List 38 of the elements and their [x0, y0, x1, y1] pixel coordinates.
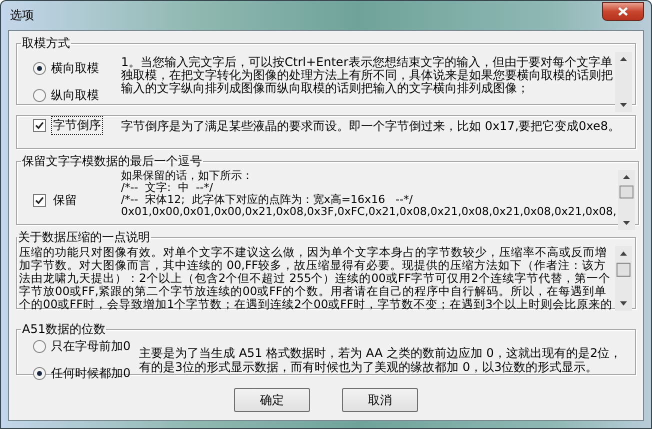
checkbox[interactable]: [33, 119, 46, 132]
dialog-button[interactable]: 取消: [342, 388, 418, 412]
radio-button[interactable]: [33, 62, 46, 75]
checkbox-label: 字节倒序: [51, 116, 103, 135]
radio-button[interactable]: [33, 89, 46, 102]
sample-line: /*-- 宋体12; 此字体下对应的点阵为：宽x高=16x16 --*/: [121, 194, 414, 206]
radio-label: 只在字母前加0: [51, 338, 131, 355]
scrollbar[interactable]: [615, 52, 632, 112]
radio-label: 纵向取模: [51, 87, 99, 104]
group-title: 保留文字字模数据的最后一个逗号: [21, 153, 203, 170]
group-title: A51数据的位数: [21, 321, 106, 338]
radio-label: 横向取模: [51, 60, 99, 77]
window-title: 选项: [9, 7, 34, 24]
description-text: 1。当您输入完文字后，可以按Ctrl+Enter表示您想结束文字的输入，但由于要对每个文字单独取模，在把文字转化为图像的处理方法上有所不同，具体说来是如果您要横向取模的话则把输入的文字纵向排列成图像而纵向取模的话则把输入的文字横向排列成图像；: [121, 54, 613, 97]
sample-line: 如果保留的话，如下所示：: [121, 170, 254, 182]
radio-option[interactable]: 纵向取模: [33, 87, 115, 104]
radio-label: 任何时候都加0: [51, 365, 131, 382]
sample-line: /*-- 文字: 中 --*/: [121, 182, 213, 194]
description-text: 主要是为了当生成 A51 格式数据时，若为 AA 之类的数前边应加 0，这就出现有的是2位，有的是3位的形式显示数据，而有时候也为了美观的缘故都加 0，以3位数的形式显示。: [139, 346, 623, 374]
description-text: 压缩的功能只对图像有效。对单个文字不建议这么做，因为单个文字本身占的字节数较少，压缩率不高或反而增加字节数。对大图像而言，其中连续的 00,FF较多，故压缩显得有必要。现提供的压缩方法如下（作者注：该方法由龙啸九天提出）：2个以上（包含2个但不超过 255个）连续的00或FF字节可仅用2个连续字节代替，第一个字节放00或FF,紧跟的第二个字节放连续的00或FF的个数。用者请在自己的程序中自行解码。所以，在每遇到单个的00或FF时，会导致增加1个字节数；在遇到连续2个00或FF时，字节数不变；在遇到3个以上时则会比原来的: [19, 246, 613, 311]
close-icon: [618, 6, 628, 16]
checkmark-icon: [35, 121, 44, 130]
group-title: 取模方式: [21, 35, 71, 52]
sample-line: 0x01,0x00,0x01,0x00,0x21,0x08,0x3F,0xFC,0x21,0x08,0x21,0x08,0x21,0x08,0x21,0x08,: [121, 206, 616, 218]
radio-option[interactable]: 只在字母前加0: [33, 338, 133, 355]
scrollbar[interactable]: [618, 170, 636, 230]
checkbox[interactable]: [33, 194, 46, 206]
description-text: 字节倒序是为了满足某些液晶的要求而设。即一个字节倒过来，比如 0x17,要把它变成0xe8。: [121, 118, 622, 132]
checkbox-label: 保留: [52, 192, 78, 208]
radio-option[interactable]: 横向取模: [33, 60, 115, 77]
close-button[interactable]: [602, 2, 644, 20]
radio-button[interactable]: [33, 367, 46, 380]
radio-button[interactable]: [33, 340, 46, 353]
group-title: 关于数据压缩的一点说明: [17, 229, 151, 246]
checkmark-icon: [35, 196, 44, 204]
radio-option[interactable]: 任何时候都加0: [33, 365, 133, 382]
scrollbar[interactable]: [615, 246, 632, 311]
dialog-button[interactable]: 确定: [234, 388, 310, 412]
